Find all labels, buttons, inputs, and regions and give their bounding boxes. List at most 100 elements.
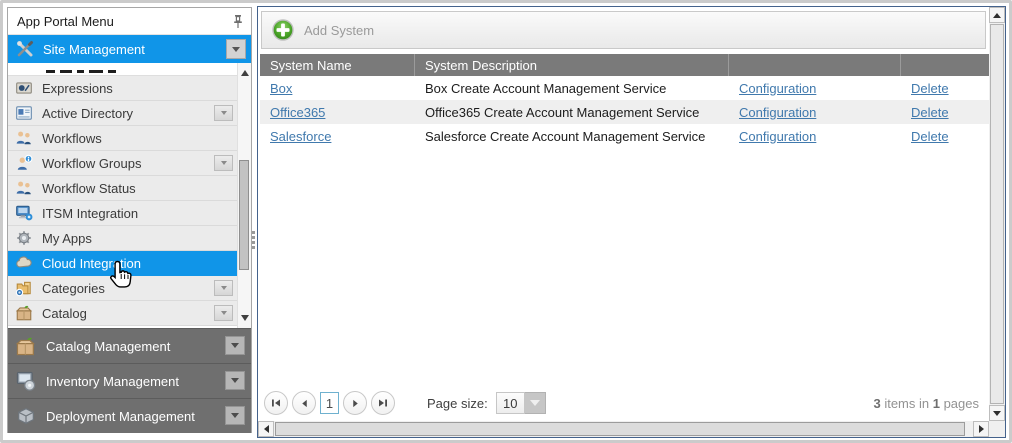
sidebar-section-deployment-management[interactable]: Deployment Management [8, 398, 251, 433]
page-size-value[interactable]: 10 [496, 392, 525, 414]
main-panel: Add System System Name System Descriptio… [257, 6, 1006, 438]
gear-icon [15, 229, 33, 247]
sidebar-section-inventory-management[interactable]: Inventory Management [8, 363, 251, 398]
section-dropdown-button[interactable] [225, 371, 245, 390]
item-label: Categories [42, 281, 105, 296]
partially-scrolled-item[interactable] [8, 63, 237, 76]
package-plant-icon [15, 335, 37, 357]
column-header-configuration[interactable] [729, 54, 901, 76]
scroll-left-arrow-icon [264, 425, 269, 433]
system-name-link[interactable]: Office365 [270, 105, 325, 120]
next-page-icon [351, 399, 360, 408]
scrollbar-thumb[interactable] [239, 160, 249, 270]
scrollbar-thumb[interactable] [275, 422, 965, 436]
page-size-label: Page size: [427, 396, 488, 411]
add-system-button[interactable]: Add System [272, 19, 374, 41]
item-label: Catalog [42, 306, 87, 321]
tools-icon [15, 39, 35, 59]
system-name-link[interactable]: Salesforce [270, 129, 331, 144]
item-dropdown-button[interactable] [214, 105, 233, 121]
first-page-button[interactable] [264, 391, 288, 415]
sidebar-item-active-directory[interactable]: Active Directory [8, 101, 237, 126]
last-page-button[interactable] [371, 391, 395, 415]
people-icon [15, 129, 33, 147]
people-icon [15, 179, 33, 197]
delete-link[interactable]: Delete [911, 129, 949, 144]
scrollbar-thumb[interactable] [990, 24, 1004, 404]
scroll-down-arrow-icon[interactable] [241, 315, 249, 321]
sidebar-scrollbar[interactable] [237, 63, 251, 328]
sidebar-item-catalog[interactable]: Catalog [8, 301, 237, 326]
item-dropdown-button[interactable] [214, 280, 233, 296]
sidebar-item-workflow-status[interactable]: Workflow Status [8, 176, 237, 201]
scroll-down-arrow-icon [993, 411, 1001, 416]
scroll-up-arrow-icon[interactable] [241, 70, 249, 76]
sidebar-item-categories[interactable]: Categories [8, 276, 237, 301]
pager-summary: 3 items in 1 pages [873, 396, 979, 411]
sidebar-item-cloud-integration[interactable]: Cloud Integration [8, 251, 237, 276]
horizontal-scrollbar[interactable] [258, 421, 989, 437]
first-page-icon [271, 398, 281, 408]
item-dropdown-button[interactable] [214, 155, 233, 171]
scroll-down-button[interactable] [989, 405, 1005, 421]
sidebar-title: App Portal Menu [17, 14, 114, 29]
delete-link[interactable]: Delete [911, 105, 949, 120]
item-label: Workflow Groups [42, 156, 141, 171]
cloud-icon [15, 254, 33, 272]
pin-icon[interactable] [232, 14, 244, 30]
section-dropdown-button[interactable] [225, 406, 245, 425]
pager-bar: 1 Page size: 10 3 items in 1 pages [264, 387, 985, 419]
next-page-button[interactable] [343, 391, 367, 415]
sidebar-item-expressions[interactable]: Expressions [8, 76, 237, 101]
vertical-scrollbar[interactable] [989, 7, 1005, 421]
sidebar-item-itsm-integration[interactable]: ITSM Integration [8, 201, 237, 226]
section-dropdown-button[interactable] [225, 336, 245, 355]
page-size-dropdown-button[interactable] [525, 392, 546, 414]
item-label: My Apps [42, 231, 92, 246]
item-label: Expressions [42, 81, 113, 96]
panel-splitter[interactable] [252, 231, 256, 249]
system-description: Salesforce Create Account Management Ser… [425, 129, 705, 144]
scroll-right-arrow-icon [979, 425, 984, 433]
grid-toolbar: Add System [261, 11, 986, 49]
column-header-delete[interactable] [901, 54, 989, 76]
current-page-number[interactable]: 1 [320, 392, 339, 414]
sidebar-item-my-apps[interactable]: My Apps [8, 226, 237, 251]
configuration-link[interactable]: Configuration [739, 105, 816, 120]
section-label: Inventory Management [46, 374, 179, 389]
chevron-down-icon [530, 400, 540, 406]
scroll-left-button[interactable] [258, 421, 274, 437]
add-system-label: Add System [304, 23, 374, 38]
package-icon [15, 304, 33, 322]
previous-page-icon [300, 399, 309, 408]
configuration-link[interactable]: Configuration [739, 129, 816, 144]
scrollbar-corner [989, 421, 1005, 437]
sidebar-item-workflow-groups[interactable]: Workflow Groups [8, 151, 237, 176]
configuration-link[interactable]: Configuration [739, 81, 816, 96]
section-label: Catalog Management [46, 339, 170, 354]
scroll-right-button[interactable] [973, 421, 989, 437]
column-header-system-name[interactable]: System Name [260, 54, 415, 76]
previous-page-button[interactable] [292, 391, 316, 415]
item-label: Active Directory [42, 106, 133, 121]
sidebar-header: App Portal Menu [8, 8, 251, 35]
scroll-up-button[interactable] [989, 7, 1005, 23]
deploy-box-icon [15, 405, 37, 427]
sidebar-section-site-management[interactable]: Site Management [8, 35, 251, 63]
system-name-link[interactable]: Box [270, 81, 292, 96]
section-dropdown-button[interactable] [226, 39, 246, 59]
table-row: Salesforce Salesforce Create Account Man… [260, 124, 989, 148]
expression-icon [15, 79, 33, 97]
item-dropdown-button[interactable] [214, 305, 233, 321]
monitor-disc-icon [15, 370, 37, 392]
delete-link[interactable]: Delete [911, 81, 949, 96]
sidebar-section-catalog-management[interactable]: Catalog Management [8, 328, 251, 363]
table-row: Box Box Create Account Management Servic… [260, 76, 989, 100]
scroll-up-arrow-icon [993, 13, 1001, 18]
sidebar-item-workflows[interactable]: Workflows [8, 126, 237, 151]
section-label: Site Management [43, 42, 145, 57]
item-label: Cloud Integration [42, 256, 141, 271]
folder-gear-icon [15, 279, 33, 297]
column-header-system-description[interactable]: System Description [415, 54, 729, 76]
sidebar-list: Expressions Active Directory [8, 63, 251, 328]
